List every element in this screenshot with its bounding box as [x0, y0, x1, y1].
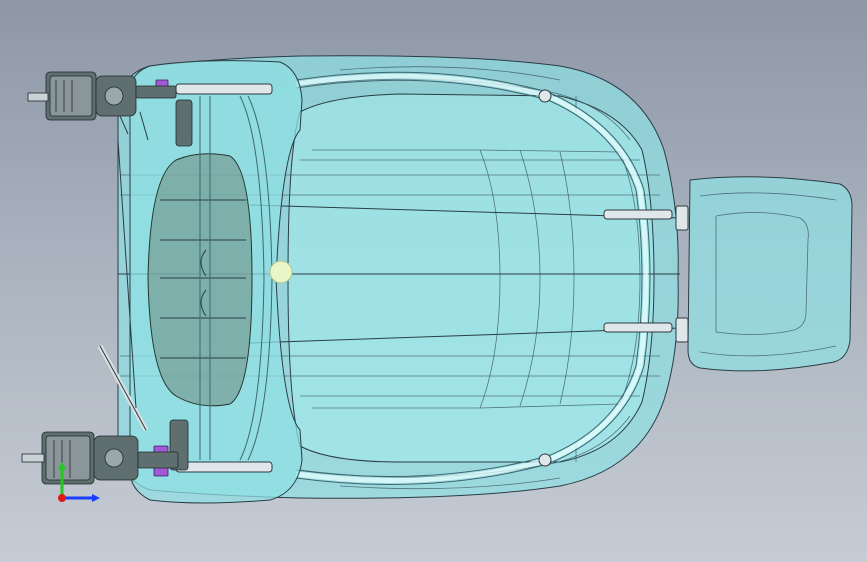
z-axis — [58, 494, 66, 502]
center-sphere[interactable] — [269, 260, 293, 284]
seat-model[interactable] — [0, 0, 867, 562]
cad-viewport[interactable] — [0, 0, 867, 562]
headrest[interactable] — [687, 176, 853, 372]
